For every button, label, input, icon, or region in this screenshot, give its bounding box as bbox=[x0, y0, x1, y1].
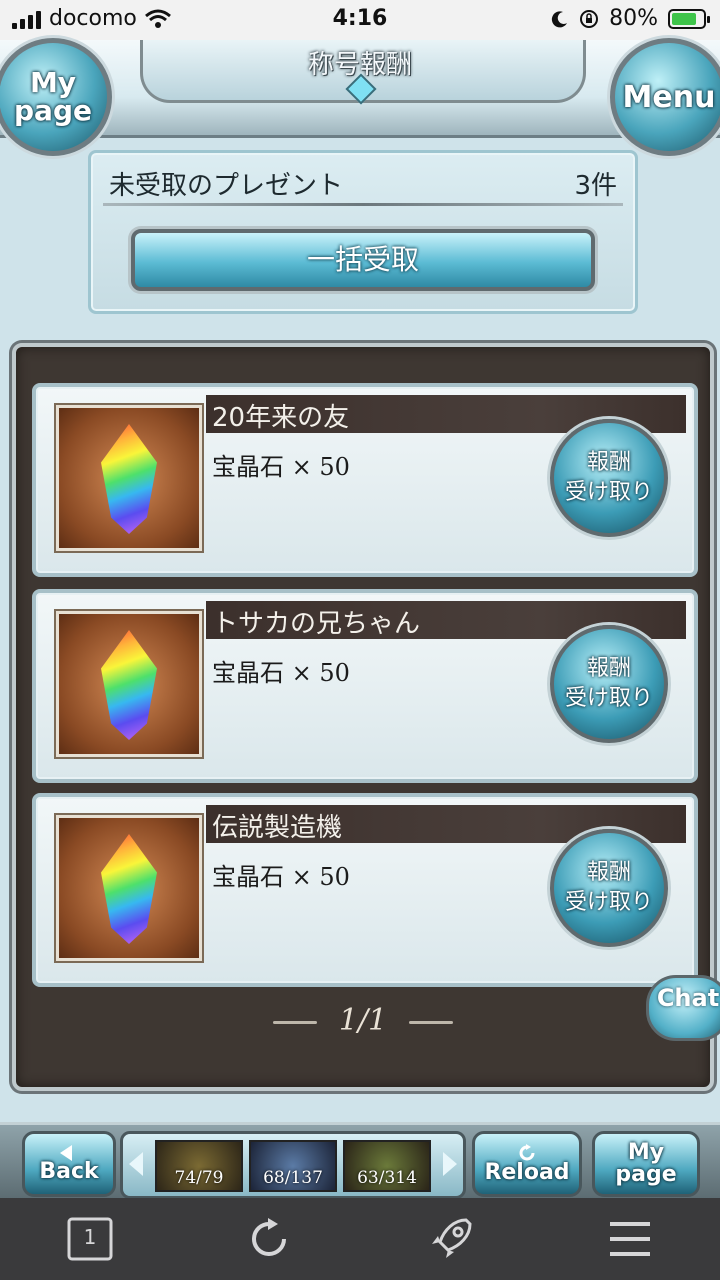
menu-button[interactable]: Menu bbox=[610, 38, 720, 156]
receive-reward-label-2: 受け取り bbox=[564, 480, 653, 505]
unreceived-present-box: 未受取のプレゼント 3件 一括受取 bbox=[88, 150, 638, 314]
mypage-button[interactable]: My page bbox=[0, 38, 112, 156]
status-right: 80% bbox=[551, 6, 710, 31]
status-bar: docomo 4:16 80% bbox=[0, 0, 720, 40]
mypage-bottom-label: My page bbox=[615, 1140, 677, 1187]
menu-button-label: Menu bbox=[622, 79, 716, 115]
reload-label: Reload bbox=[484, 1160, 570, 1185]
receive-reward-label-1: 報酬 bbox=[586, 860, 631, 885]
moon-icon bbox=[551, 10, 568, 27]
refresh-icon bbox=[252, 1218, 286, 1256]
reload-button[interactable]: Reload bbox=[472, 1131, 582, 1197]
reward-thumbnail bbox=[56, 405, 202, 551]
reward-list-panel: 20年来の友 宝晶石 × 50 報酬 受け取り トサカの兄ちゃん 宝晶石 × 5… bbox=[12, 343, 714, 1091]
reward-title: 伝説製造機 bbox=[212, 813, 343, 843]
pagination: 1/1 bbox=[16, 1003, 710, 1038]
reward-card: 伝説製造機 宝晶石 × 50 報酬 受け取り bbox=[32, 793, 698, 987]
rocket-icon bbox=[432, 1218, 472, 1258]
refresh-button[interactable] bbox=[246, 1216, 294, 1262]
page-indicator: 1/1 bbox=[338, 1003, 388, 1038]
reward-card: 20年来の友 宝晶石 × 50 報酬 受け取り bbox=[32, 383, 698, 577]
back-label: Back bbox=[39, 1159, 99, 1184]
bulk-receive-button[interactable]: 一括受取 bbox=[131, 229, 595, 291]
reward-title: トサカの兄ちゃん bbox=[212, 609, 421, 639]
back-button[interactable]: Back bbox=[22, 1131, 116, 1197]
reward-item: 宝晶石 × 50 bbox=[212, 863, 350, 891]
battery-percent: 80% bbox=[609, 6, 658, 31]
hamburger-icon bbox=[610, 1222, 650, 1256]
reward-title: 20年来の友 bbox=[212, 403, 350, 433]
stat-slot: 63/314 bbox=[343, 1140, 431, 1192]
mypage-bottom-button[interactable]: My page bbox=[592, 1131, 700, 1197]
reward-thumbnail bbox=[56, 611, 202, 757]
receive-reward-label-2: 受け取り bbox=[564, 890, 653, 915]
receive-reward-label-1: 報酬 bbox=[586, 656, 631, 681]
prev-arrow-icon[interactable] bbox=[129, 1152, 143, 1176]
tabs-button[interactable]: 1 bbox=[66, 1216, 114, 1262]
reward-thumbnail bbox=[56, 815, 202, 961]
battery-icon bbox=[668, 8, 710, 29]
divider bbox=[103, 203, 623, 206]
reward-card: トサカの兄ちゃん 宝晶石 × 50 報酬 受け取り bbox=[32, 589, 698, 783]
orientation-lock-icon bbox=[580, 9, 599, 28]
ornament-right bbox=[409, 1020, 454, 1024]
stat-slot: 74/79 bbox=[155, 1140, 243, 1192]
receive-reward-button[interactable]: 報酬 受け取り bbox=[550, 419, 668, 537]
next-arrow-icon[interactable] bbox=[443, 1152, 457, 1176]
menu-hamburger-button[interactable] bbox=[606, 1216, 654, 1262]
receive-reward-label-2: 受け取り bbox=[564, 686, 653, 711]
tabs-count: 1 bbox=[83, 1225, 97, 1249]
receive-reward-label-1: 報酬 bbox=[586, 450, 631, 475]
present-count: 3件 bbox=[574, 171, 617, 201]
receive-reward-button[interactable]: 報酬 受け取り bbox=[550, 829, 668, 947]
chat-button[interactable]: Chat bbox=[646, 975, 720, 1041]
reward-item: 宝晶石 × 50 bbox=[212, 453, 350, 481]
crystal-icon bbox=[101, 630, 157, 740]
mypage-button-label: My page bbox=[14, 66, 92, 127]
stat-slot: 68/137 bbox=[249, 1140, 337, 1192]
game-bottom-bar: Back 74/79 68/137 63/314 Reload My page bbox=[0, 1122, 720, 1201]
header: 称号報酬 My page Menu bbox=[0, 38, 720, 156]
rocket-button[interactable] bbox=[426, 1216, 474, 1262]
crystal-icon bbox=[101, 834, 157, 944]
chat-label: Chat bbox=[656, 984, 720, 1012]
browser-toolbar: 1 bbox=[0, 1198, 720, 1280]
ornament-left bbox=[272, 1020, 317, 1024]
present-label: 未受取のプレゼント bbox=[109, 171, 344, 201]
crystal-icon bbox=[101, 424, 157, 534]
reward-item: 宝晶石 × 50 bbox=[212, 659, 350, 687]
party-status-strip: 74/79 68/137 63/314 bbox=[120, 1131, 466, 1199]
receive-reward-button[interactable]: 報酬 受け取り bbox=[550, 625, 668, 743]
